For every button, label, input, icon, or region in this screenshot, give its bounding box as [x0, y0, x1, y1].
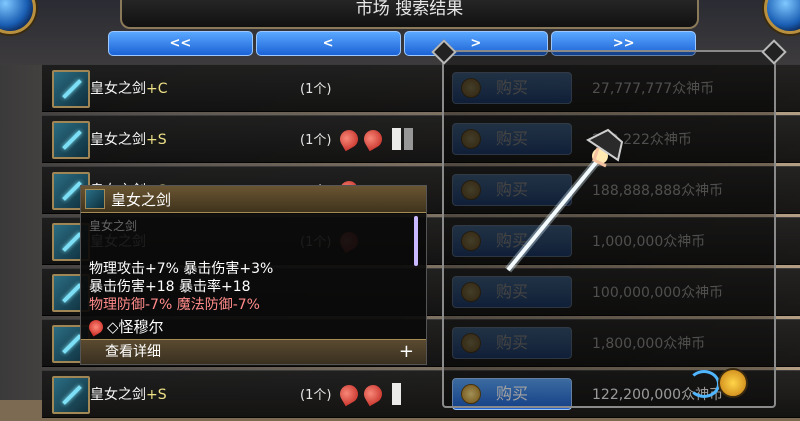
buy-button[interactable]: 购买: [452, 276, 572, 308]
item-grade: +S: [146, 132, 167, 148]
stat-line: 暴击伤害+18 暴击率+18: [89, 279, 251, 295]
affix-text: ◇怪穆尔: [107, 318, 164, 336]
item-name-text: 皇女之剑: [90, 132, 146, 148]
coin-icon: [461, 282, 481, 302]
coin-icon: [461, 129, 481, 149]
buy-button[interactable]: 购买: [452, 72, 572, 104]
coin-icon: [461, 231, 481, 251]
sword-icon: [85, 189, 105, 209]
buy-label: 购买: [495, 78, 528, 97]
refresh-swirl-icon[interactable]: [688, 370, 720, 398]
socket-slot-icon: [392, 383, 401, 405]
table-row[interactable]: 皇女之剑+S (1个) 购买 122,200,000众神币: [42, 370, 800, 418]
coin-icon: [461, 333, 481, 353]
red-gem-icon: [336, 126, 362, 152]
view-details-label: 查看详细: [105, 344, 161, 360]
red-gem-icon: [336, 381, 362, 407]
item-grade: +S: [146, 387, 167, 403]
item-tooltip: 皇女之剑 皇女之剑 物理攻击+7% 暴击伤害+3% 暴击伤害+18 暴击率+18…: [80, 185, 427, 365]
red-gem-icon: [360, 126, 386, 152]
buy-label: 购买: [495, 333, 528, 352]
stat-line: 物理攻击+7% 暴击伤害+3%: [89, 261, 274, 277]
red-gem-icon: [360, 381, 386, 407]
item-quantity: (1个): [300, 133, 332, 148]
item-price: 27,777,777众神币: [592, 81, 715, 97]
sword-icon: [52, 121, 90, 159]
expand-plus-icon[interactable]: +: [399, 340, 414, 364]
buy-label: 购买: [495, 384, 528, 403]
tooltip-header: 皇女之剑: [81, 186, 426, 213]
sword-icon: [52, 376, 90, 414]
coin-icon: [461, 78, 481, 98]
sword-icon: [52, 70, 90, 108]
item-price: 1,800,000众神币: [592, 336, 706, 352]
coin-icon: [461, 180, 481, 200]
table-row[interactable]: 皇女之剑+S (1个) 购买 222,222众神币: [42, 115, 800, 163]
tooltip-scrollbar[interactable]: [414, 216, 418, 266]
socket-slot-icon: [392, 128, 401, 150]
tooltip-faded-name: 皇女之剑: [89, 219, 138, 233]
sword-preview-icon: [504, 128, 624, 273]
item-name-text: 皇女之剑: [90, 81, 146, 97]
pagination: << < > >>: [108, 31, 696, 56]
last-page-button[interactable]: >>: [551, 31, 696, 56]
view-details-button[interactable]: 查看详细 +: [81, 339, 426, 364]
item-quantity: (1个): [300, 388, 332, 403]
item-grade: +C: [146, 81, 168, 97]
buy-label: 购买: [495, 282, 528, 301]
table-row[interactable]: 皇女之剑+C (1个) 购买 27,777,777众神币: [42, 64, 800, 112]
item-name: 皇女之剑+S: [90, 384, 167, 404]
item-name-text: 皇女之剑: [90, 387, 146, 403]
item-quantity: (1个): [300, 82, 332, 97]
tooltip-title: 皇女之剑: [111, 190, 172, 209]
first-page-button[interactable]: <<: [108, 31, 253, 56]
item-name: 皇女之剑+C: [90, 78, 168, 98]
socket-slot-icon: [404, 128, 413, 150]
prev-page-button[interactable]: <: [255, 31, 401, 56]
tooltip-body: 皇女之剑 物理攻击+7% 暴击伤害+3% 暴击伤害+18 暴击率+18 物理防御…: [81, 213, 426, 338]
red-gem-icon: [86, 316, 106, 337]
affix-line: ◇怪穆尔: [86, 316, 418, 337]
buy-button[interactable]: 购买: [452, 378, 572, 410]
item-name: 皇女之剑+S: [90, 129, 167, 149]
next-page-button[interactable]: >: [403, 31, 549, 56]
item-price: 100,000,000众神币: [592, 285, 724, 301]
coin-icon: [461, 384, 481, 404]
buy-button[interactable]: 购买: [452, 327, 572, 359]
window-title: 市场 搜索结果: [120, 0, 699, 29]
stat-line-penalty: 物理防御-7% 魔法防御-7%: [89, 297, 260, 313]
gold-coin-icon[interactable]: [718, 368, 748, 398]
